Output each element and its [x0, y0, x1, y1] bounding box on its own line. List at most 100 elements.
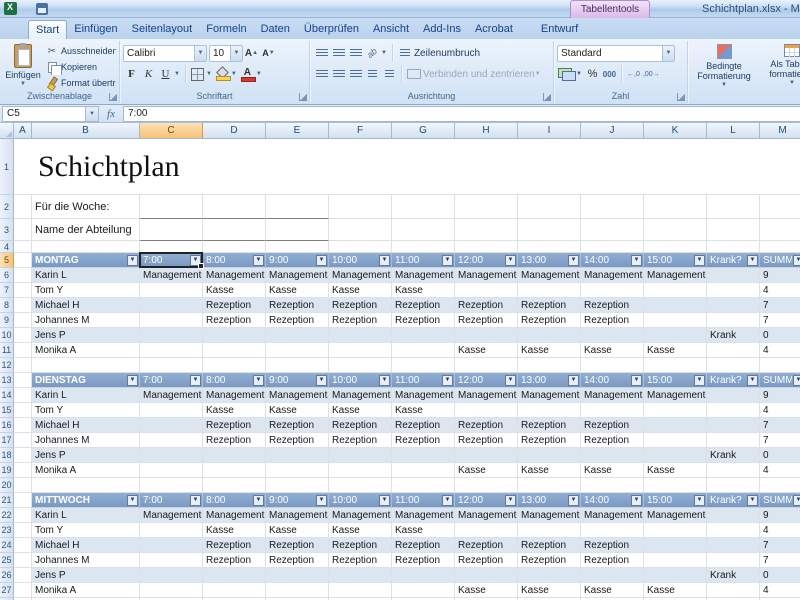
filter-button[interactable]: ▼ [127, 375, 138, 386]
filter-button[interactable]: ▼ [568, 495, 579, 506]
cell-J19[interactable]: Kasse [581, 463, 644, 478]
cell-D27[interactable] [203, 583, 266, 598]
cell-B20[interactable] [32, 478, 140, 493]
cell-F15[interactable]: Kasse [329, 403, 392, 418]
row-header-11[interactable]: 11 [0, 343, 14, 358]
cell-F10[interactable] [329, 328, 392, 343]
cell-M8[interactable]: 7 [760, 298, 800, 313]
column-header-K[interactable]: K [644, 123, 707, 139]
filter-button[interactable]: ▼ [253, 255, 264, 266]
cell-M7[interactable]: 4 [760, 283, 800, 298]
cell-I19[interactable]: Kasse [518, 463, 581, 478]
cell-A10[interactable] [14, 328, 32, 343]
cell-J16[interactable]: Rezeption [581, 418, 644, 433]
cell-M14[interactable]: 9 [760, 388, 800, 403]
cell-I24[interactable]: Rezeption [518, 538, 581, 553]
cell-M12[interactable] [760, 358, 800, 373]
cell-I11[interactable]: Kasse [518, 343, 581, 358]
tab-add-ins[interactable]: Add-Ins [416, 20, 468, 39]
cell-C27[interactable] [140, 583, 203, 598]
cell-M6[interactable]: 9 [760, 268, 800, 283]
cell-L19[interactable] [707, 463, 760, 478]
filter-button[interactable]: ▼ [793, 255, 800, 266]
cell-G5[interactable]: 11:00▼ [392, 253, 455, 268]
cell-D2[interactable] [203, 195, 266, 219]
cell-E25[interactable]: Rezeption [266, 553, 329, 568]
column-header-E[interactable]: E [266, 123, 329, 139]
filter-button[interactable]: ▼ [127, 495, 138, 506]
cell-C2[interactable] [140, 195, 203, 219]
cell-D12[interactable] [203, 358, 266, 373]
cell-I8[interactable]: Rezeption [518, 298, 581, 313]
cell-E9[interactable]: Rezeption [266, 313, 329, 328]
column-header-A[interactable]: A [14, 123, 32, 139]
cell-A26[interactable] [14, 568, 32, 583]
cell-D23[interactable]: Kasse [203, 523, 266, 538]
cell-A5[interactable] [14, 253, 32, 268]
cell-E15[interactable]: Kasse [266, 403, 329, 418]
cell-F24[interactable]: Rezeption [329, 538, 392, 553]
cell-J25[interactable]: Rezeption [581, 553, 644, 568]
font-color-dropdown-arrow[interactable]: ▼ [256, 71, 262, 77]
cell-A12[interactable] [14, 358, 32, 373]
cell-M16[interactable]: 7 [760, 418, 800, 433]
cell-E24[interactable]: Rezeption [266, 538, 329, 553]
cell-A7[interactable] [14, 283, 32, 298]
cell-L25[interactable] [707, 553, 760, 568]
cell-J20[interactable] [581, 478, 644, 493]
decrease-decimal-button[interactable]: ,00→ [642, 65, 661, 83]
cell-K22[interactable]: Management [644, 508, 707, 523]
percent-format-button[interactable]: % [584, 65, 601, 83]
cell-J15[interactable] [581, 403, 644, 418]
cell-A9[interactable] [14, 313, 32, 328]
cell-C3[interactable] [140, 219, 203, 241]
cell-L17[interactable] [707, 433, 760, 448]
cell-K8[interactable] [644, 298, 707, 313]
cell-D11[interactable] [203, 343, 266, 358]
cell-H11[interactable]: Kasse [455, 343, 518, 358]
filter-button[interactable]: ▼ [379, 495, 390, 506]
cell-E12[interactable] [266, 358, 329, 373]
cell-D20[interactable] [203, 478, 266, 493]
cell-M15[interactable]: 4 [760, 403, 800, 418]
filter-button[interactable]: ▼ [505, 255, 516, 266]
row-header-18[interactable]: 18 [0, 448, 14, 463]
column-header-B[interactable]: B [32, 123, 140, 139]
cell-E18[interactable] [266, 448, 329, 463]
align-left-button[interactable] [313, 65, 330, 83]
cell-B26[interactable]: Jens P [32, 568, 140, 583]
cell-L15[interactable] [707, 403, 760, 418]
cell-I13[interactable]: 13:00▼ [518, 373, 581, 388]
borders-dropdown-arrow[interactable]: ▼ [206, 71, 212, 77]
cell-I21[interactable]: 13:00▼ [518, 493, 581, 508]
cell-E21[interactable]: 9:00▼ [266, 493, 329, 508]
cell-G14[interactable]: Management [392, 388, 455, 403]
cell-A15[interactable] [14, 403, 32, 418]
cell-D10[interactable] [203, 328, 266, 343]
currency-format-button[interactable] [557, 65, 576, 83]
cell-B16[interactable]: Michael H [32, 418, 140, 433]
cell-G10[interactable] [392, 328, 455, 343]
cell-C24[interactable] [140, 538, 203, 553]
cell-A11[interactable] [14, 343, 32, 358]
cell-H27[interactable]: Kasse [455, 583, 518, 598]
cell-K4[interactable] [644, 241, 707, 253]
cell-F7[interactable]: Kasse [329, 283, 392, 298]
cell-G16[interactable]: Rezeption [392, 418, 455, 433]
cell-C19[interactable] [140, 463, 203, 478]
filter-button[interactable]: ▼ [379, 255, 390, 266]
cell-E4[interactable] [266, 241, 329, 253]
cell-K2[interactable] [644, 195, 707, 219]
cell-A20[interactable] [14, 478, 32, 493]
currency-dropdown-arrow[interactable]: ▼ [576, 71, 582, 77]
cell-C9[interactable] [140, 313, 203, 328]
align-top-button[interactable] [313, 44, 330, 62]
cell-G18[interactable] [392, 448, 455, 463]
cell-I5[interactable]: 13:00▼ [518, 253, 581, 268]
cell-B15[interactable]: Tom Y [32, 403, 140, 418]
row-header-4[interactable]: 4 [0, 241, 14, 253]
cell-I18[interactable] [518, 448, 581, 463]
cell-C14[interactable]: Management [140, 388, 203, 403]
cell-K24[interactable] [644, 538, 707, 553]
cell-L22[interactable] [707, 508, 760, 523]
